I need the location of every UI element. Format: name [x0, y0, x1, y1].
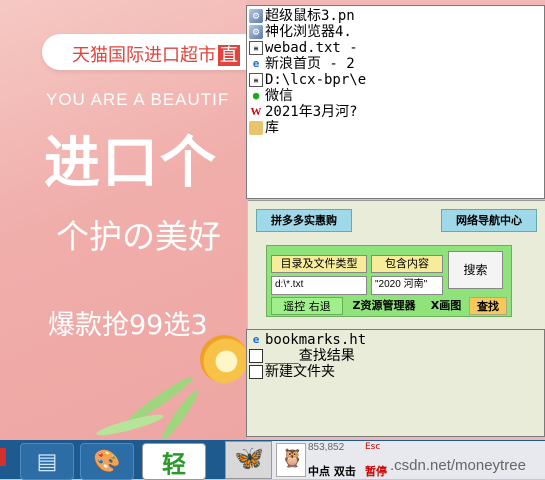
top-window-list[interactable]: ⚙ 超级鼠标3.pn ⚙ 神化浏览器4. ≡ webad.txt - e 新浪首页 - … — [246, 5, 545, 199]
wechat-icon: ● — [252, 89, 260, 102]
ad-sale-text: 爆款抢99选3 — [48, 310, 208, 341]
text-file-icon: ≡ — [249, 73, 263, 87]
dir-type-button[interactable]: 目录及文件类型 — [271, 255, 367, 273]
tab-paint[interactable]: X画图 — [425, 297, 467, 315]
list-item[interactable]: ≡ webad.txt - — [247, 40, 544, 56]
wps-icon: W — [250, 106, 262, 118]
mouse-tool-tray: 🦉 853,852 Esc 中点 双击 暂停 .csdn.net/moneytr… — [272, 441, 545, 479]
qing-taskbar-button[interactable]: 轻 — [142, 443, 206, 480]
list-item[interactable]: e 新浪首页 - 2 — [247, 56, 544, 72]
exe-icon: ⚙ — [249, 25, 263, 39]
qing-icon: 轻 — [162, 450, 186, 478]
folder-icon — [249, 349, 263, 363]
pdd-button[interactable]: 拼多多实惠购 — [256, 209, 352, 232]
tab-explorer[interactable]: Z资源管理器 — [345, 297, 423, 315]
content-input[interactable]: "2020 河南" — [371, 276, 443, 295]
butterfly-icon: 🦋 — [234, 444, 264, 472]
brand-pill: 天猫国际进口超市直 — [42, 34, 247, 70]
background-advertisement: 天猫国际进口超市直 YOU ARE A BEAUTIF 进口个 个护の美好 爆款… — [0, 0, 247, 440]
list-item[interactable]: ⚙ 神化浏览器4. — [247, 24, 544, 40]
owl-icon: 🦉 — [281, 448, 304, 469]
midpoint-double-click-label[interactable]: 中点 双击 — [308, 463, 356, 479]
exe-icon: ⚙ — [249, 9, 263, 23]
list-item[interactable]: W 2021年3月河? — [247, 104, 544, 120]
list-item[interactable]: e bookmarks.ht — [247, 332, 544, 348]
tab-find[interactable]: 查找 — [469, 297, 507, 315]
owl-icon-button[interactable]: 🦉 — [276, 443, 306, 477]
library-icon — [249, 121, 263, 135]
esc-label: Esc — [365, 442, 381, 452]
slogan-english: YOU ARE A BEAUTIF — [46, 90, 230, 109]
ad-headline: 进口个 — [44, 131, 218, 196]
nav-center-button[interactable]: 网络导航中心 — [441, 209, 537, 232]
bottom-window-list[interactable]: e bookmarks.ht ____查找结果 新建文件夹 — [246, 329, 545, 437]
ie-icon: e — [252, 57, 260, 70]
pause-button[interactable]: 暂停 — [365, 463, 387, 479]
list-item[interactable]: ⚙ 超级鼠标3.pn — [247, 8, 544, 24]
watermark-text: .csdn.net/moneytree — [390, 457, 526, 474]
butterfly-app-button[interactable]: 🦋 — [225, 441, 272, 479]
taskbar-edge-button[interactable] — [0, 448, 6, 466]
folder-icon — [249, 365, 263, 379]
paint-taskbar-button[interactable]: 🎨 — [80, 443, 134, 480]
list-item[interactable]: ● 微信 — [247, 88, 544, 104]
orange-decoration — [200, 335, 247, 383]
notepad-taskbar-button[interactable]: ▤ — [20, 443, 74, 480]
ad-subline: 个护の美好 — [56, 217, 221, 256]
list-item[interactable]: 库 — [247, 120, 544, 136]
list-item[interactable]: ≡ D:\lcx-bpr\e — [247, 72, 544, 88]
ie-icon: e — [252, 333, 260, 346]
list-item[interactable]: 新建文件夹 — [247, 364, 544, 380]
list-item[interactable]: ____查找结果 — [247, 348, 544, 364]
leaf-decoration — [94, 411, 166, 439]
brand-text: 天猫国际进口超市直 — [72, 45, 240, 66]
tab-remote[interactable]: 遥控 右退 — [271, 297, 343, 315]
search-button[interactable]: 搜索 — [448, 251, 503, 289]
notepad-icon: ▤ — [36, 449, 58, 474]
control-panel: 拼多多实惠购 网络导航中心 目录及文件类型 包含内容 搜索 d:\*.txt "… — [248, 200, 545, 330]
palette-icon: 🎨 — [93, 449, 121, 474]
contains-button[interactable]: 包含内容 — [371, 255, 443, 273]
text-file-icon: ≡ — [249, 41, 263, 55]
path-input[interactable]: d:\*.txt — [271, 276, 367, 295]
cursor-coordinates: 853,852 — [308, 442, 345, 453]
